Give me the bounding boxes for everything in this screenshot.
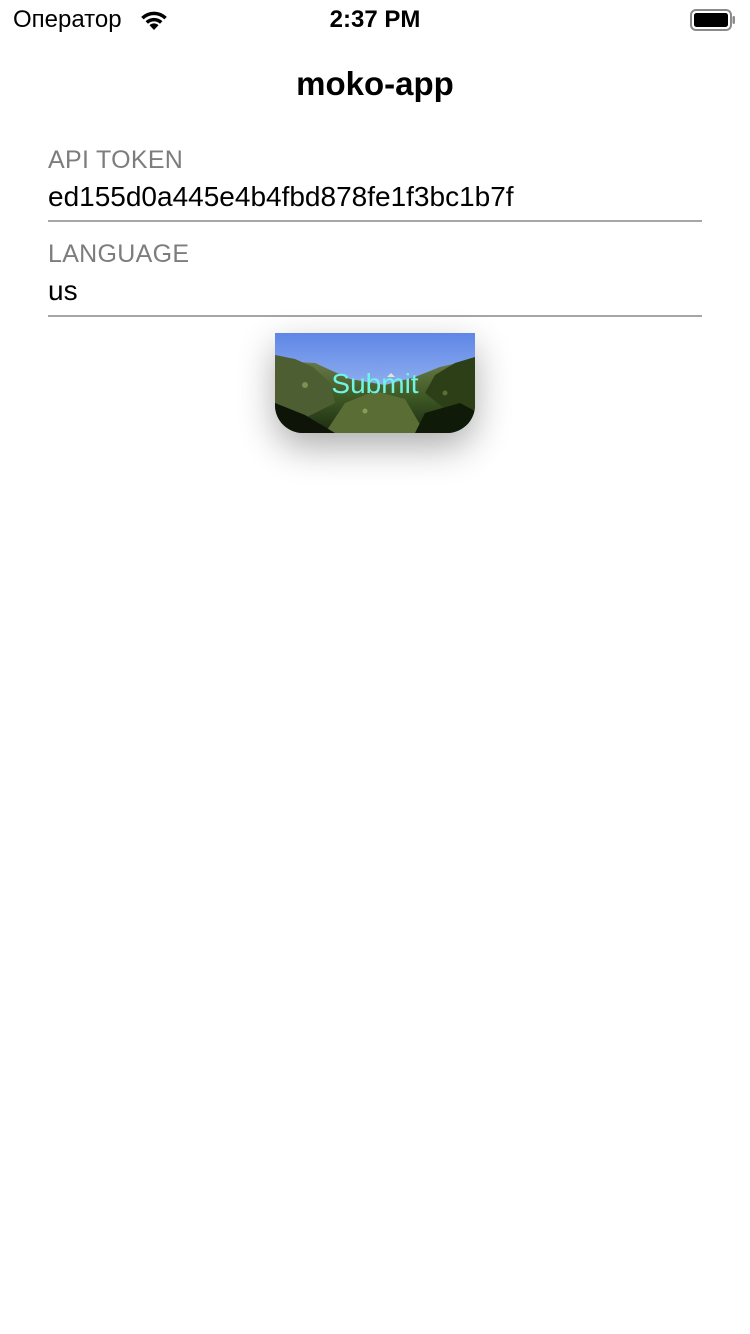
battery-icon bbox=[690, 9, 735, 31]
status-clock: 2:37 PM bbox=[329, 6, 421, 33]
api-token-input[interactable] bbox=[48, 180, 702, 214]
status-bar: Оператор 2:37 PM bbox=[0, 0, 750, 40]
page-title: moko-app bbox=[296, 65, 454, 102]
language-field: LANGUAGE bbox=[48, 238, 702, 317]
api-token-label: API TOKEN bbox=[48, 146, 184, 174]
submit-button[interactable]: Submit bbox=[275, 333, 475, 433]
language-label: LANGUAGE bbox=[48, 240, 190, 268]
language-input[interactable] bbox=[48, 274, 702, 308]
api-token-field: API TOKEN bbox=[48, 144, 702, 222]
submit-button-label: Submit bbox=[331, 368, 419, 399]
screen: Оператор 2:37 PM moko-app API TOKEN LANG… bbox=[0, 0, 750, 1334]
